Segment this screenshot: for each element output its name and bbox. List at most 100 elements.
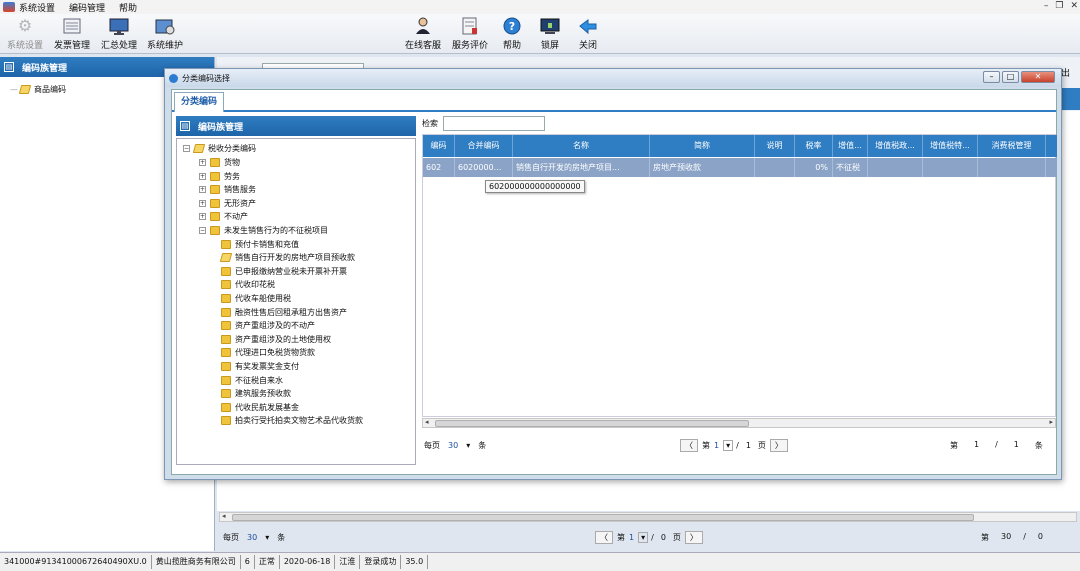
col-vat-policy-header[interactable]: 增值税政... [868, 135, 923, 157]
system-maintenance-button[interactable]: 系统维护 [141, 16, 189, 51]
prev-page-button[interactable]: 〈 [595, 530, 613, 544]
per-page-select[interactable]: 30 [448, 441, 458, 450]
collapse-icon[interactable]: − [199, 227, 206, 234]
folder-icon [221, 402, 231, 412]
next-page-button[interactable]: 〉 [769, 438, 788, 452]
tree-node-leaf[interactable]: 已申报缴纳营业税未开票补开票 [221, 266, 347, 277]
collapse-icon[interactable]: − [183, 145, 190, 152]
tree-node-leaf[interactable]: 代收车船使用税 [221, 293, 291, 304]
tree-node-leaf[interactable]: 代收印花税 [221, 279, 275, 290]
expand-icon[interactable]: + [199, 159, 206, 166]
online-service-button[interactable]: 在线客服 [399, 16, 447, 51]
close-icon[interactable]: ✕ [1070, 1, 1078, 11]
page-dropdown-icon[interactable]: ▾ [638, 531, 649, 543]
menu-help[interactable]: 帮助 [119, 1, 137, 14]
tree-node-label: 销售服务 [224, 185, 256, 195]
summary-processing-label: 汇总处理 [100, 41, 137, 51]
col-consumption-tax-header[interactable]: 消费税管理 [978, 135, 1046, 157]
tree-node-level1[interactable]: − 未发生销售行为的不征税项目 [199, 225, 328, 236]
scroll-left-icon[interactable]: ◂ [425, 418, 429, 426]
tree-node-level1[interactable]: + 销售服务 [199, 184, 256, 195]
system-settings-label: 系统设置 [6, 41, 43, 51]
tree-node-level1[interactable]: + 劳务 [199, 171, 240, 182]
tree-node-label: 未发生销售行为的不征税项目 [224, 226, 328, 235]
summary-processing-button[interactable]: 汇总处理 [95, 16, 143, 51]
expand-icon[interactable]: + [199, 213, 206, 221]
tree-node-level1[interactable]: + 货物 [199, 157, 240, 168]
tree-node-leaf[interactable]: 拍卖行受托拍卖文物艺术品代收货款 [221, 415, 363, 426]
page-sep: / [651, 532, 654, 542]
col-description-header[interactable]: 说明 [755, 135, 795, 157]
per-page-select[interactable]: 30 [247, 533, 257, 542]
dropdown-arrow-icon[interactable]: ▾ [466, 441, 470, 450]
tree-node-leaf[interactable]: 销售自行开发的房地产项目预收款 [219, 252, 355, 263]
invoice-icon [61, 16, 83, 36]
scroll-right-icon[interactable]: ▸ [1049, 418, 1053, 426]
tree-node-leaf[interactable]: 代收民航发展基金 [221, 402, 299, 413]
expand-icon[interactable]: + [199, 172, 206, 180]
table-row[interactable]: 602 6020000... 销售自行开发的房地产项目... 房地产预收款 0% 不征税 [423, 158, 1057, 177]
tree-node-leaf[interactable]: 融资性售后回租承租方出售资产 [221, 307, 347, 318]
col-vat-header[interactable]: 增值... [833, 135, 868, 157]
col-merged-code-cell: 6020000... [455, 158, 513, 177]
main-horizontal-scrollbar[interactable]: ◂ [219, 512, 1077, 522]
col-merged-code-header[interactable]: 合并编码 [455, 135, 513, 157]
page-input[interactable]: 1 [714, 441, 719, 450]
dropdown-arrow-icon[interactable]: ▾ [265, 533, 269, 542]
dialog-close-icon[interactable]: ✕ [1021, 71, 1055, 83]
page-unit: 页 [672, 532, 681, 542]
tab-category-code[interactable]: 分类编码 [174, 92, 225, 112]
per-page-unit: 条 [478, 440, 487, 450]
status-number: 6 [241, 555, 255, 569]
tree-node-label: 有奖发票奖金支付 [235, 362, 299, 371]
col-short-name-header[interactable]: 简称 [650, 135, 755, 157]
tree-node-leaf[interactable]: 有奖发票奖金支付 [221, 361, 299, 372]
prev-page-button[interactable]: 〈 [680, 438, 698, 452]
dialog-minimize-icon[interactable]: – [983, 71, 1000, 83]
page-input[interactable]: 1 [629, 533, 634, 542]
tree-node-leaf[interactable]: 不征税自来水 [221, 375, 283, 386]
scrollbar-thumb[interactable] [435, 420, 749, 427]
grid-horizontal-scrollbar[interactable]: ◂ ▸ [422, 418, 1056, 428]
panel-icon: ▤ [4, 62, 14, 72]
tree-node-level1[interactable]: + 不动产 [199, 211, 248, 222]
system-settings-button[interactable]: ⚙ 系统设置 [1, 16, 49, 51]
col-vat-special-header[interactable]: 增值税特... [923, 135, 978, 157]
col-code-header[interactable]: 编码 [423, 135, 455, 157]
col-tax-rate-header[interactable]: 税率 [795, 135, 833, 157]
tree-node-leaf[interactable]: 资产重组涉及的土地使用权 [221, 334, 331, 345]
expand-icon[interactable]: + [199, 186, 206, 194]
menu-code-management[interactable]: 编码管理 [69, 1, 105, 14]
search-input[interactable] [443, 116, 545, 131]
minimize-icon[interactable]: – [1044, 1, 1049, 11]
menu-system-settings[interactable]: 系统设置 [19, 1, 55, 14]
panel-icon: ▤ [180, 121, 190, 131]
gear-icon: ⚙ [17, 16, 33, 35]
close-app-button[interactable]: 关闭 [564, 16, 612, 51]
col-name-header[interactable]: 名称 [513, 135, 650, 157]
tree-node-leaf[interactable]: 资产重组涉及的不动产 [221, 320, 315, 331]
restore-icon[interactable]: ❐ [1055, 1, 1063, 11]
status-company: 黄山揽胜商务有限公司 [152, 555, 241, 569]
folder-icon [219, 253, 233, 263]
next-page-button[interactable]: 〉 [684, 530, 703, 544]
tree-node-level1[interactable]: + 无形资产 [199, 198, 256, 209]
tree-node-label: 货物 [224, 158, 240, 167]
invoice-management-button[interactable]: 发票管理 [48, 16, 96, 51]
scroll-left-icon[interactable]: ◂ [222, 512, 226, 520]
service-evaluation-button[interactable]: 服务评价 [446, 16, 494, 51]
help-label: 帮助 [502, 41, 521, 51]
expand-icon[interactable]: + [199, 199, 206, 207]
right-total: 0 [1037, 531, 1043, 541]
tree-node-leaf[interactable]: 建筑服务预收款 [221, 388, 291, 399]
tree-node-leaf[interactable]: 代理进口免税货物货款 [221, 347, 315, 358]
tree-root-tax-code[interactable]: − 税收分类编码 [183, 143, 256, 154]
col-name-cell: 销售自行开发的房地产项目... [513, 158, 650, 177]
dialog-titlebar[interactable]: 分类编码选择 [165, 69, 1061, 87]
tree-root-product-code[interactable]: — 商品编码 [10, 84, 66, 95]
tree-node-leaf[interactable]: 预付卡销售和充值 [221, 239, 299, 250]
dialog-maximize-icon[interactable]: □ [1002, 71, 1019, 83]
page-dropdown-icon[interactable]: ▾ [723, 439, 734, 451]
export-button[interactable]: 出 [1061, 66, 1070, 79]
scrollbar-thumb[interactable] [232, 514, 974, 521]
